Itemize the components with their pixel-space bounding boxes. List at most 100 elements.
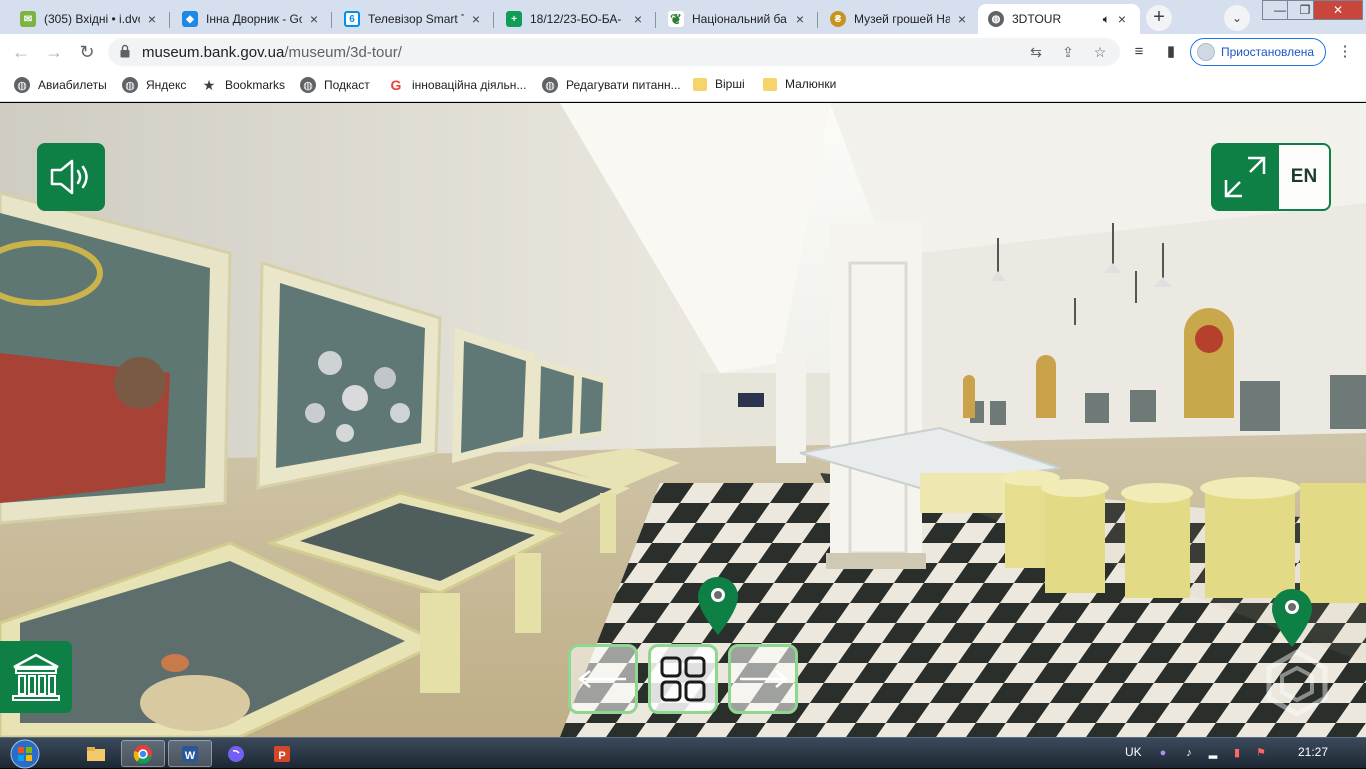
tour-logo-watermark (1266, 649, 1328, 717)
hotspot-pin[interactable] (1270, 587, 1314, 649)
globe-icon: ◍ (14, 77, 30, 93)
thumbnails-grid-button[interactable] (648, 644, 718, 714)
close-tab-icon[interactable]: × (1114, 11, 1130, 27)
windows-logo-icon (10, 739, 40, 768)
tab-title: (305) Вхідні • i.dvo (44, 12, 140, 26)
star-icon: ★ (202, 76, 216, 93)
expand-icon (1224, 156, 1266, 198)
action-center-icon[interactable]: ⚑ (1254, 746, 1268, 760)
new-tab-button[interactable]: + (1146, 5, 1172, 31)
hotspot-pin[interactable] (696, 575, 740, 637)
folder-icon (693, 77, 707, 91)
tab-strip: ✉ (305) Вхідні • i.dvo × ◆ Інна Дворник … (0, 0, 1366, 34)
profile-status: Приостановлена (1221, 45, 1315, 59)
bookmark-star-icon[interactable]: ☆ (1090, 42, 1110, 62)
viber-tray-icon[interactable]: ● (1156, 746, 1170, 760)
bookmark-item[interactable]: ◍ Яндекс (122, 77, 186, 93)
bookmark-folder[interactable]: Вірші (693, 77, 745, 91)
previous-button[interactable] (568, 644, 638, 714)
close-tab-icon[interactable]: × (144, 11, 160, 27)
close-tab-icon[interactable]: × (792, 11, 808, 27)
tab-title: Інна Дворник - Go (206, 12, 302, 26)
wall-frame (576, 371, 608, 439)
tab-shop[interactable]: 6 Телевізор Smart T × (334, 4, 494, 34)
svg-text:P: P (278, 750, 285, 762)
tab-bank[interactable]: ❦ Національний ба × (658, 4, 818, 34)
start-button[interactable] (5, 738, 45, 769)
reload-button[interactable]: ↻ (75, 40, 99, 64)
sheets-plus-icon: + (506, 11, 522, 27)
volume-icon[interactable]: ♪ (1182, 746, 1196, 760)
close-window-button[interactable]: ✕ (1313, 0, 1363, 20)
speaker-icon[interactable]: 🔈︎ (1103, 12, 1110, 27)
translate-icon[interactable]: ⇆ (1026, 42, 1046, 62)
tour-viewport[interactable]: EN (0, 103, 1366, 737)
url-text: museum.bank.gov.ua/museum/3d-tour/ (142, 44, 402, 61)
network-icon[interactable]: ▂ (1206, 746, 1220, 760)
address-bar[interactable]: museum.bank.gov.ua/museum/3d-tour/ ⇆ ⇪ ☆ (108, 38, 1120, 66)
bookmark-item[interactable]: ◍ Подкаст (300, 77, 370, 93)
close-tab-icon[interactable]: × (954, 11, 970, 27)
avatar (1197, 43, 1215, 61)
powerpoint-icon[interactable]: P (260, 740, 304, 767)
bookmark-item[interactable]: ★ Bookmarks (201, 77, 285, 93)
back-button[interactable]: ← (9, 40, 33, 64)
back-wall (700, 373, 830, 453)
share-icon[interactable]: ⇪ (1058, 42, 1078, 62)
close-tab-icon[interactable]: × (468, 11, 484, 27)
tab-title: Національний ба (692, 12, 787, 26)
tab-search-button[interactable]: ⌄ (1224, 5, 1250, 31)
battery-icon[interactable]: ▮ (1230, 746, 1244, 760)
svg-text:W: W (185, 750, 196, 762)
bookmark-item[interactable]: ◍ Редагувати питанн... (542, 77, 681, 93)
fullscreen-button[interactable] (1211, 143, 1279, 211)
side-panel-icon[interactable]: ▮ (1160, 41, 1182, 63)
arrow-right-icon (740, 670, 789, 688)
next-button[interactable] (728, 644, 798, 714)
globe-icon: ◍ (300, 77, 316, 93)
tab-gmail[interactable]: ✉ (305) Вхідні • i.dvo × (10, 4, 170, 34)
tab-title: Музей грошей На (854, 12, 950, 26)
chrome-icon[interactable] (121, 740, 165, 767)
os-taskbar: W P UK ● ♪ ▂ ▮ ⚑ 21:27 (0, 737, 1366, 768)
wall-frame (0, 191, 232, 525)
tab-title: 3DTOUR (1012, 12, 1062, 26)
viber-icon[interactable] (214, 740, 258, 767)
speaker-icon (50, 159, 88, 195)
tab-3dtour[interactable]: ◍ 3DTOUR 🔈︎ × (978, 4, 1140, 34)
bookmark-item[interactable]: ◍ Авиабилеты (14, 77, 107, 93)
menu-icon[interactable]: ⋮ (1334, 41, 1356, 63)
classroom-icon: ◆ (182, 11, 198, 27)
keyboard-language[interactable]: UK (1125, 745, 1142, 759)
profile-button[interactable]: Приостановлена (1190, 38, 1326, 66)
globe-icon: ◍ (988, 11, 1004, 27)
bookmark-item[interactable]: Gінноваційна діяльн... (388, 77, 527, 93)
bookmark-folder[interactable]: Малюнки (763, 77, 836, 91)
tab-classroom[interactable]: ◆ Інна Дворник - Go × (172, 4, 332, 34)
globe-icon: ◍ (122, 77, 138, 93)
globe-icon: ◍ (542, 77, 558, 93)
language-button[interactable]: EN (1279, 143, 1331, 211)
museum-icon: ₴ (830, 11, 846, 27)
lock-icon[interactable] (120, 44, 130, 58)
sound-toggle-button[interactable] (37, 143, 105, 211)
panorama-scene[interactable] (0, 103, 1366, 737)
folder-icon (763, 77, 777, 91)
clock[interactable]: 21:27 (1298, 745, 1328, 759)
forward-button[interactable]: → (42, 40, 66, 64)
close-tab-icon[interactable]: × (306, 11, 322, 27)
browser-toolbar: ← → ↻ museum.bank.gov.ua/museum/3d-tour/… (0, 34, 1366, 70)
google-icon: G (390, 77, 402, 93)
tab-title: 18/12/23-БО-БА- (530, 12, 622, 26)
media-controls-icon[interactable]: ≡ (1128, 41, 1150, 63)
grid-icon (660, 656, 706, 702)
tab-museum[interactable]: ₴ Музей грошей На × (820, 4, 980, 34)
tab-sheets[interactable]: + 18/12/23-БО-БА- × (496, 4, 656, 34)
word-icon[interactable]: W (168, 740, 212, 767)
bookmarks-bar: ◍ Авиабилеты ◍ Яндекс ★ Bookmarks ◍ Подкаст … (0, 70, 1366, 102)
bank-icon: ❦ (668, 11, 684, 27)
mail-icon: ✉ (20, 11, 36, 27)
museum-home-button[interactable] (0, 641, 72, 713)
close-tab-icon[interactable]: × (630, 11, 646, 27)
explorer-icon[interactable] (74, 740, 118, 767)
